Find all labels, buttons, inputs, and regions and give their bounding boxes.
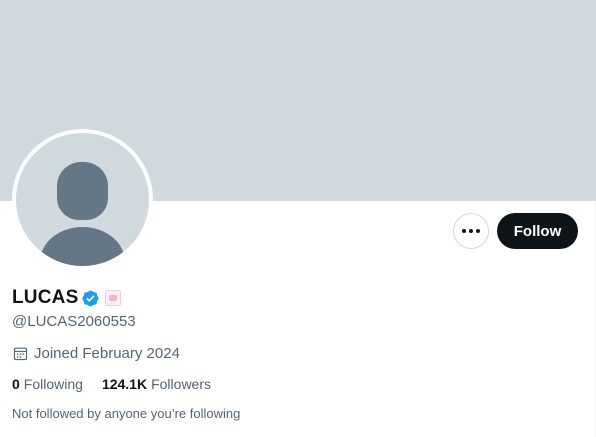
name-row: LUCAS [12, 286, 122, 310]
more-horizontal-icon [462, 229, 480, 233]
more-options-button[interactable] [453, 213, 489, 249]
not-followed-note: Not followed by anyone you’re following [12, 406, 241, 421]
following-link[interactable]: 0 Following [12, 376, 83, 392]
follow-stats: 0 Following 124.1K Followers [12, 376, 211, 392]
followers-count: 124.1K [101, 376, 148, 392]
profile-handle: @LUCAS2060553 [12, 313, 136, 330]
profile-page: Follow LUCAS @LUCAS2060553 Joined Februa… [0, 0, 596, 437]
followers-label: Followers [151, 376, 211, 392]
avatar[interactable] [12, 129, 153, 270]
followers-link[interactable]: 124.1K Followers [102, 376, 211, 392]
default-avatar-icon [16, 133, 149, 266]
verified-badge-icon[interactable] [81, 289, 100, 308]
following-label: Following [23, 376, 83, 392]
following-count: 0 [12, 376, 20, 392]
calendar-icon [13, 347, 28, 361]
display-name: LUCAS [12, 287, 79, 308]
joined-text: Joined February 2024 [34, 345, 180, 362]
affiliate-badge-icon[interactable] [105, 290, 122, 306]
follow-button[interactable]: Follow [497, 213, 578, 249]
joined-date: Joined February 2024 [12, 345, 180, 362]
